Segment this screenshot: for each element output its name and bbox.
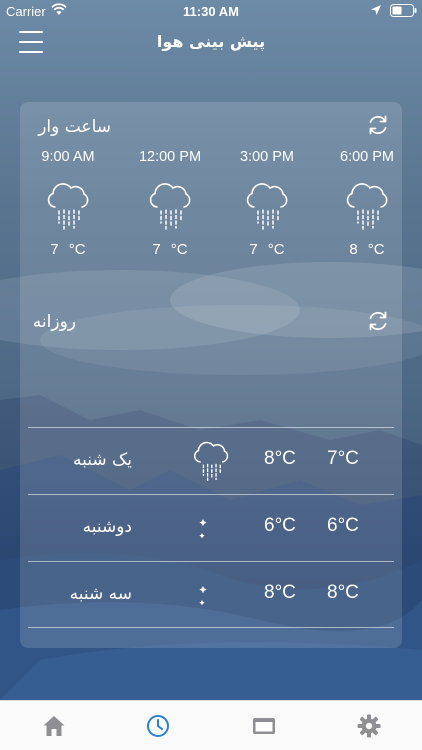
hour-temp: 7 (249, 241, 258, 258)
refresh-hourly-icon[interactable] (365, 112, 391, 138)
day-name: دوشنبه (82, 517, 132, 537)
hourly-item: 12:00 PM 7 °C (125, 149, 215, 258)
rain-cloud-icon (346, 183, 388, 230)
daily-row[interactable]: دوشنبه 6°C 6°C (28, 494, 394, 561)
screen-icon[interactable] (251, 713, 277, 739)
rain-cloud-icon (149, 183, 191, 230)
hour-temp-unit: °C (170, 241, 188, 258)
gear-icon[interactable] (356, 713, 382, 739)
hour-temp: 7 (152, 241, 161, 258)
status-bar: Carrier 11:30 AM (0, 0, 422, 22)
daily-row[interactable]: سه شنبه 8°C 8°C (28, 561, 394, 628)
clock-icon[interactable] (145, 713, 171, 739)
hour-temp-unit: °C (367, 241, 385, 258)
hourly-item: 9:00 AM 7 °C (23, 149, 113, 258)
refresh-daily-icon[interactable] (365, 308, 391, 334)
location-arrow-icon (371, 5, 381, 15)
rain-cloud-icon (193, 441, 229, 481)
day-min-temp: 7°C (327, 448, 359, 469)
navigation-bar: پیش بینی هوا (0, 22, 422, 66)
page-title: پیش بینی هوا (156, 32, 266, 51)
day-max-temp: 8°C (264, 448, 296, 469)
hour-time: 12:00 PM (138, 149, 202, 165)
day-name: یک شنبه (73, 450, 132, 470)
hour-time: 3:00 PM (240, 149, 294, 165)
hourly-item: 6:00 PM 8 °C (322, 149, 402, 258)
night-moon-icon (199, 584, 220, 606)
day-min-temp: 6°C (327, 515, 359, 536)
daily-row[interactable]: یک شنبه 8°C 7°C (28, 427, 394, 494)
night-moon-icon (199, 517, 220, 539)
daily-section-title: روزانه (32, 312, 76, 332)
hourly-forecast-list[interactable]: 9:00 AM 7 °C 12:00 PM 7 °C 3:00 PM 7 °C … (20, 149, 402, 269)
home-icon[interactable] (41, 713, 67, 739)
forecast-card: ساعت وار 9:00 AM 7 °C 12:00 PM 7 °C 3:00… (20, 102, 402, 648)
hour-time: 9:00 AM (41, 149, 95, 165)
status-time: 11:30 AM (183, 4, 239, 19)
rain-cloud-icon (47, 183, 89, 230)
day-max-temp: 6°C (264, 515, 296, 536)
rain-cloud-icon (246, 183, 288, 230)
day-max-temp: 8°C (264, 582, 296, 603)
hour-temp-unit: °C (267, 241, 285, 258)
hour-temp: 7 (50, 241, 59, 258)
tab-bar (0, 700, 422, 750)
day-name: سه شنبه (69, 584, 132, 604)
day-min-temp: 8°C (327, 582, 359, 603)
hour-temp-unit: °C (68, 241, 86, 258)
battery-icon (390, 4, 417, 17)
hour-temp: 8 (349, 241, 358, 258)
hour-time: 6:00 PM (340, 149, 394, 165)
hourly-item: 3:00 PM 7 °C (222, 149, 312, 258)
hourly-section-title: ساعت وار (38, 117, 111, 137)
